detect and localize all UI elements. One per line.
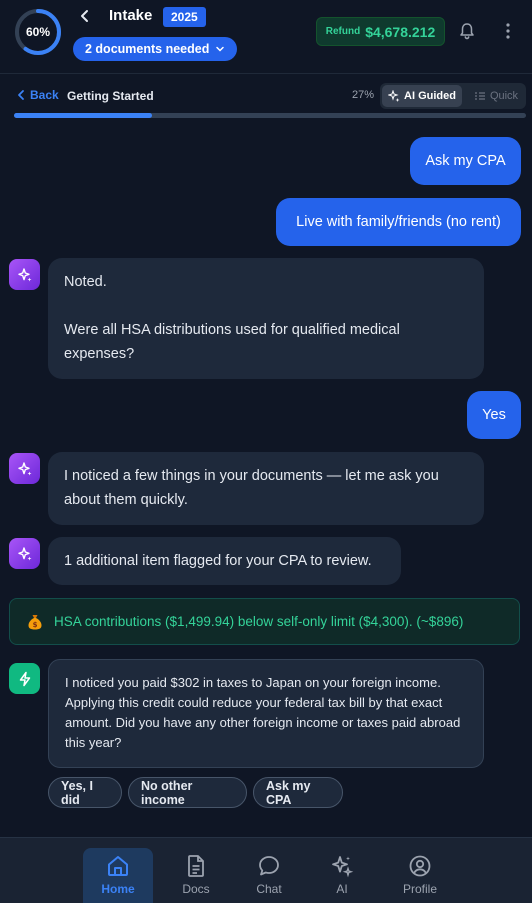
nav-home-label: Home: [101, 882, 135, 896]
ai-message-line: Noted.: [64, 274, 107, 290]
back-label: Back: [30, 88, 59, 102]
ai-message: 1 additional item flagged for your CPA t…: [48, 537, 401, 585]
section-progress-fill: [14, 113, 153, 118]
nav-chat[interactable]: Chat: [234, 848, 304, 903]
back-button[interactable]: Back: [16, 88, 59, 102]
user-message: Yes: [467, 391, 521, 439]
bell-icon[interactable]: [458, 22, 476, 40]
ai-avatar: [9, 259, 40, 290]
nav-ai-label: AI: [336, 882, 348, 896]
documents-needed-button[interactable]: 2 documents needed: [73, 37, 238, 61]
app-header: 60% Intake 2025 2 documents needed Refun…: [0, 0, 532, 74]
quick-reply-chip[interactable]: No other income: [128, 777, 247, 808]
money-bag-icon: $: [28, 614, 42, 629]
mode-quick-button[interactable]: Quick: [468, 85, 524, 107]
cpa-avatar: [9, 663, 40, 694]
ai-message: Noted. Were all HSA distributions used f…: [48, 258, 484, 379]
nav-docs-label: Docs: [182, 882, 210, 896]
section-progress-bar: [14, 113, 526, 118]
quick-reply-chip[interactable]: Yes, I did: [48, 777, 122, 808]
mode-ai-guided-button[interactable]: AI Guided: [382, 85, 462, 107]
refund-badge[interactable]: Refund $4,678.212: [316, 17, 445, 46]
user-circle-icon: [409, 855, 431, 877]
ai-avatar: [9, 453, 40, 484]
section-percent: 27%: [352, 89, 375, 101]
refund-label: Refund: [325, 26, 361, 37]
mode-ai-label: AI Guided: [404, 90, 456, 102]
ai-avatar: [9, 538, 40, 569]
chat-bubble-icon: [259, 856, 279, 876]
ai-message-line: Were all HSA distributions used for qual…: [64, 322, 400, 362]
sparkle-icon: [17, 546, 31, 560]
sparkle-icon: [17, 461, 31, 475]
chevron-down-icon: [216, 46, 225, 52]
nav-docs[interactable]: Docs: [161, 848, 231, 903]
chevron-left-icon[interactable]: [77, 8, 93, 24]
nav-home[interactable]: Home: [83, 848, 153, 903]
sparkle-icon: [17, 267, 31, 281]
ai-message: I noticed a few things in your documents…: [48, 452, 484, 525]
tax-year-badge: 2025: [163, 7, 206, 27]
document-icon: [188, 855, 204, 877]
home-icon: [108, 856, 128, 876]
sparkle-icon: [388, 90, 400, 102]
nav-ai[interactable]: AI: [307, 848, 377, 903]
user-message: Ask my CPA: [410, 137, 521, 185]
sparkle-icon: [332, 856, 354, 878]
lightning-icon: [19, 671, 30, 686]
section-title: Getting Started: [67, 89, 154, 103]
quick-reply-chip[interactable]: Ask my CPA: [253, 777, 343, 808]
list-icon: [474, 92, 485, 100]
progress-percent: 60%: [25, 25, 51, 39]
intake-progress-ring: 60%: [13, 7, 63, 57]
more-vertical-icon[interactable]: [500, 22, 516, 40]
flag-notice: $ HSA contributions ($1,499.94) below se…: [9, 598, 520, 645]
cpa-message: I noticed you paid $302 in taxes to Japa…: [48, 659, 484, 768]
mode-toggle: AI Guided Quick: [380, 83, 526, 109]
nav-profile[interactable]: Profile: [385, 848, 455, 903]
svg-text:$: $: [33, 621, 38, 629]
user-message: Live with family/friends (no rent): [276, 198, 521, 246]
refund-amount: $4,678.212: [365, 23, 436, 40]
bottom-nav: Home Docs Chat AI Profile: [0, 837, 532, 903]
nav-chat-label: Chat: [256, 882, 282, 896]
page-title: Intake: [109, 7, 153, 24]
nav-profile-label: Profile: [402, 882, 437, 896]
mode-quick-label: Quick: [489, 90, 519, 102]
flag-text: HSA contributions ($1,499.94) below self…: [54, 614, 464, 629]
documents-needed-label: 2 documents needed: [85, 42, 210, 56]
chevron-left-icon: [18, 90, 24, 100]
